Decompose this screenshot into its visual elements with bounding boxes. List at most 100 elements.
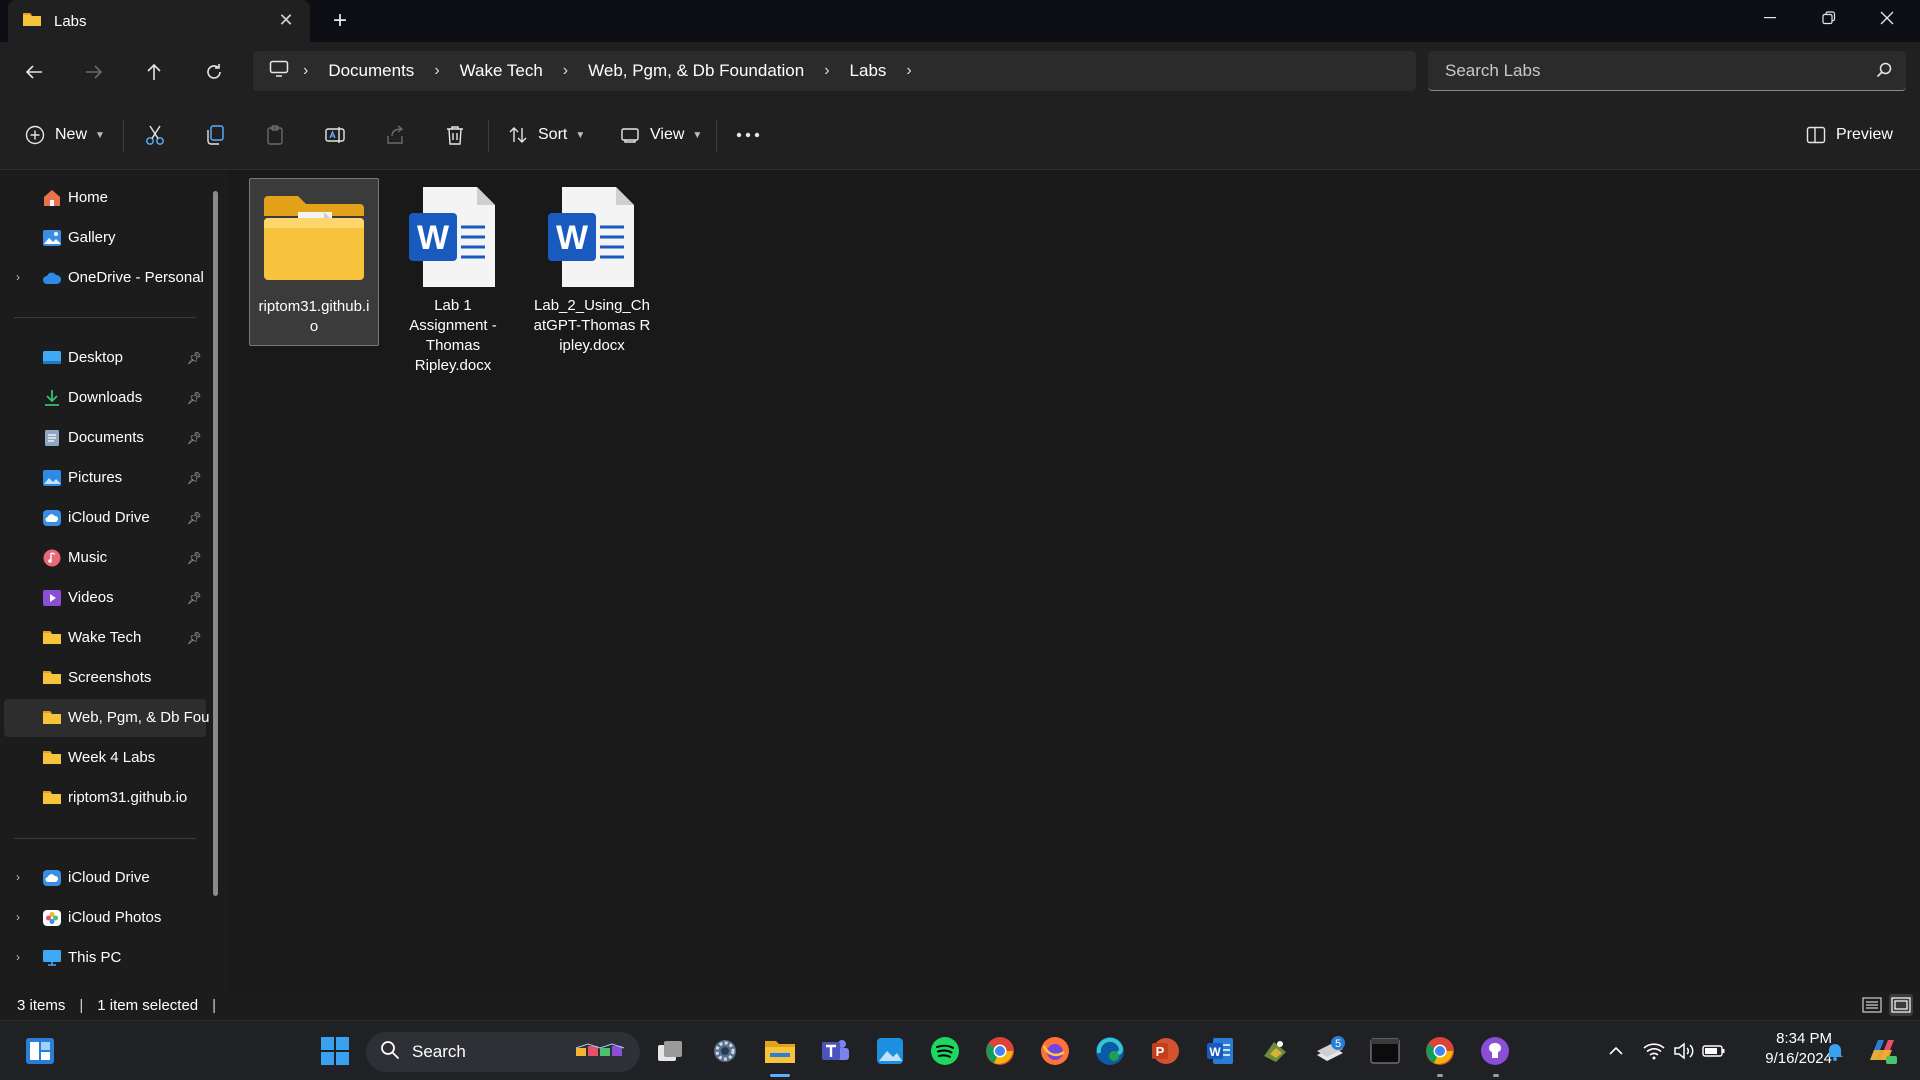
chevron-right-icon[interactable]: › [810, 62, 843, 80]
taskbar-search[interactable]: Search [366, 1032, 640, 1072]
messaging-app-icon[interactable]: 5 [1312, 1033, 1348, 1069]
sort-button[interactable]: Sort ▼ [508, 117, 585, 153]
pin-icon: 📌︎ [186, 591, 202, 605]
chevron-right-icon[interactable]: › [549, 62, 582, 80]
sidebar-item-onedrive[interactable]: › OneDrive - Personal [4, 259, 206, 297]
spotify-icon[interactable] [927, 1033, 963, 1069]
github-icon[interactable] [1477, 1033, 1513, 1069]
teams-icon[interactable] [817, 1033, 853, 1069]
search-input[interactable] [1428, 51, 1848, 90]
preview-button[interactable]: Preview [1806, 117, 1893, 153]
settings-icon[interactable] [707, 1033, 743, 1069]
new-button[interactable]: New ▼ [25, 117, 105, 153]
this-pc-icon[interactable] [269, 60, 289, 83]
chevron-right-icon[interactable]: › [420, 62, 453, 80]
task-view-icon[interactable] [652, 1033, 688, 1069]
restore-button[interactable] [1804, 0, 1854, 36]
sidebar-item-home[interactable]: Home [4, 179, 206, 217]
breadcrumb-web-pgm-db[interactable]: Web, Pgm, & Db Foundation [582, 61, 810, 81]
sidebar-item-screenshots[interactable]: Screenshots [4, 659, 206, 697]
sidebar-item-icloud-drive-root[interactable]: › iCloud Drive [4, 859, 206, 897]
running-app-indicator [1493, 1074, 1499, 1077]
chevron-right-icon[interactable]: › [16, 910, 20, 924]
sidebar-item-web-pgm-db[interactable]: Web, Pgm, & Db Fou [4, 699, 209, 737]
sidebar-item-icloud-photos[interactable]: › iCloud Photos [4, 899, 206, 937]
preview-pane-icon [1806, 126, 1826, 144]
pin-icon: 📌︎ [186, 551, 202, 565]
start-icon[interactable] [317, 1033, 353, 1069]
firefox-icon[interactable] [1037, 1033, 1073, 1069]
file-item-riptom31-folder[interactable]: riptom31.github.io [249, 178, 379, 346]
close-window-button[interactable] [1862, 0, 1912, 36]
bell-icon[interactable] [1818, 1033, 1852, 1069]
file-name: Lab_2_Using_ChatGPT-Thomas Ripley.docx [533, 297, 651, 354]
paste-button[interactable] [264, 117, 286, 153]
sidebar-item-label: Videos [68, 589, 114, 606]
chevron-right-icon[interactable]: › [16, 270, 20, 284]
cut-button[interactable] [144, 117, 166, 153]
large-icons-view-button[interactable] [1889, 994, 1913, 1016]
sidebar-item-videos[interactable]: Videos 📌︎ [4, 579, 206, 617]
sidebar-item-documents[interactable]: Documents 📌︎ [4, 419, 206, 457]
pin-icon: 📌︎ [186, 511, 202, 525]
more-options-button[interactable] [736, 117, 760, 153]
chevron-right-icon[interactable]: › [289, 62, 322, 80]
chrome-icon[interactable] [982, 1033, 1018, 1069]
onedrive-icon [42, 269, 62, 287]
widgets-icon[interactable] [22, 1033, 58, 1069]
minimize-button[interactable] [1745, 0, 1795, 36]
folder-icon [42, 629, 62, 647]
sidebar-item-this-pc[interactable]: › This PC [4, 939, 206, 977]
search-icon[interactable] [1876, 62, 1892, 83]
battery-icon[interactable] [1696, 1033, 1732, 1069]
sidebar-item-music[interactable]: Music 📌︎ [4, 539, 206, 577]
rename-button[interactable] [324, 117, 346, 153]
view-button[interactable]: View ▼ [620, 117, 702, 153]
details-view-button[interactable] [1860, 994, 1884, 1016]
back-button[interactable] [16, 54, 52, 90]
breadcrumb-wake-tech[interactable]: Wake Tech [454, 61, 549, 81]
photos-app-icon[interactable] [872, 1033, 908, 1069]
sidebar-item-wake-tech[interactable]: Wake Tech 📌︎ [4, 619, 206, 657]
breadcrumb-documents[interactable]: Documents [322, 61, 420, 81]
file-item-lab-1[interactable]: W Lab 1 Assignment - Thomas Ripley.docx [388, 178, 518, 384]
sidebar-item-label: Documents [68, 429, 144, 446]
sidebar-item-riptom31[interactable]: riptom31.github.io [4, 779, 206, 817]
word-icon[interactable]: W [1202, 1033, 1238, 1069]
app-icon[interactable] [1257, 1033, 1293, 1069]
sidebar-item-icloud-drive[interactable]: iCloud Drive 📌︎ [4, 499, 206, 537]
file-item-lab-2[interactable]: W Lab_2_Using_ChatGPT-Thomas Ripley.docx [527, 178, 657, 364]
sidebar-scrollbar[interactable] [213, 191, 218, 896]
breadcrumb-labs[interactable]: Labs [844, 61, 893, 81]
copilot-icon[interactable] [1862, 1033, 1902, 1069]
chevron-right-icon[interactable]: › [16, 870, 20, 884]
copy-button[interactable] [204, 117, 226, 153]
forward-button[interactable] [76, 54, 112, 90]
status-separator: | [79, 997, 84, 1014]
terminal-icon[interactable] [1367, 1033, 1403, 1069]
new-tab-button[interactable]: + [328, 8, 352, 34]
close-tab-icon[interactable]: ✕ [276, 10, 296, 30]
sidebar-item-gallery[interactable]: Gallery [4, 219, 206, 257]
sidebar-item-pictures[interactable]: Pictures 📌︎ [4, 459, 206, 497]
share-button[interactable] [384, 117, 406, 153]
sidebar-item-week-4-labs[interactable]: Week 4 Labs [4, 739, 206, 777]
edge-icon[interactable] [1092, 1033, 1128, 1069]
file-explorer-icon[interactable] [762, 1033, 798, 1069]
chevron-up-icon[interactable] [1596, 1033, 1636, 1069]
sidebar-item-downloads[interactable]: Downloads 📌︎ [4, 379, 206, 417]
delete-button[interactable] [444, 117, 466, 153]
view-icon [620, 126, 640, 144]
up-button[interactable] [136, 54, 172, 90]
tab-labs[interactable]: Labs ✕ [8, 0, 310, 43]
refresh-button[interactable] [196, 54, 232, 90]
chevron-right-icon[interactable]: › [892, 62, 925, 80]
taskbar-search-label: Search [412, 1042, 466, 1061]
sidebar-item-desktop[interactable]: Desktop 📌︎ [4, 339, 206, 377]
chrome-icon[interactable] [1422, 1033, 1458, 1069]
trash-icon [444, 124, 466, 146]
chevron-right-icon[interactable]: › [16, 950, 20, 964]
search-box[interactable] [1428, 51, 1906, 91]
powerpoint-icon[interactable]: P [1147, 1033, 1183, 1069]
address-bar[interactable]: › Documents › Wake Tech › Web, Pgm, & Db… [253, 51, 1416, 91]
